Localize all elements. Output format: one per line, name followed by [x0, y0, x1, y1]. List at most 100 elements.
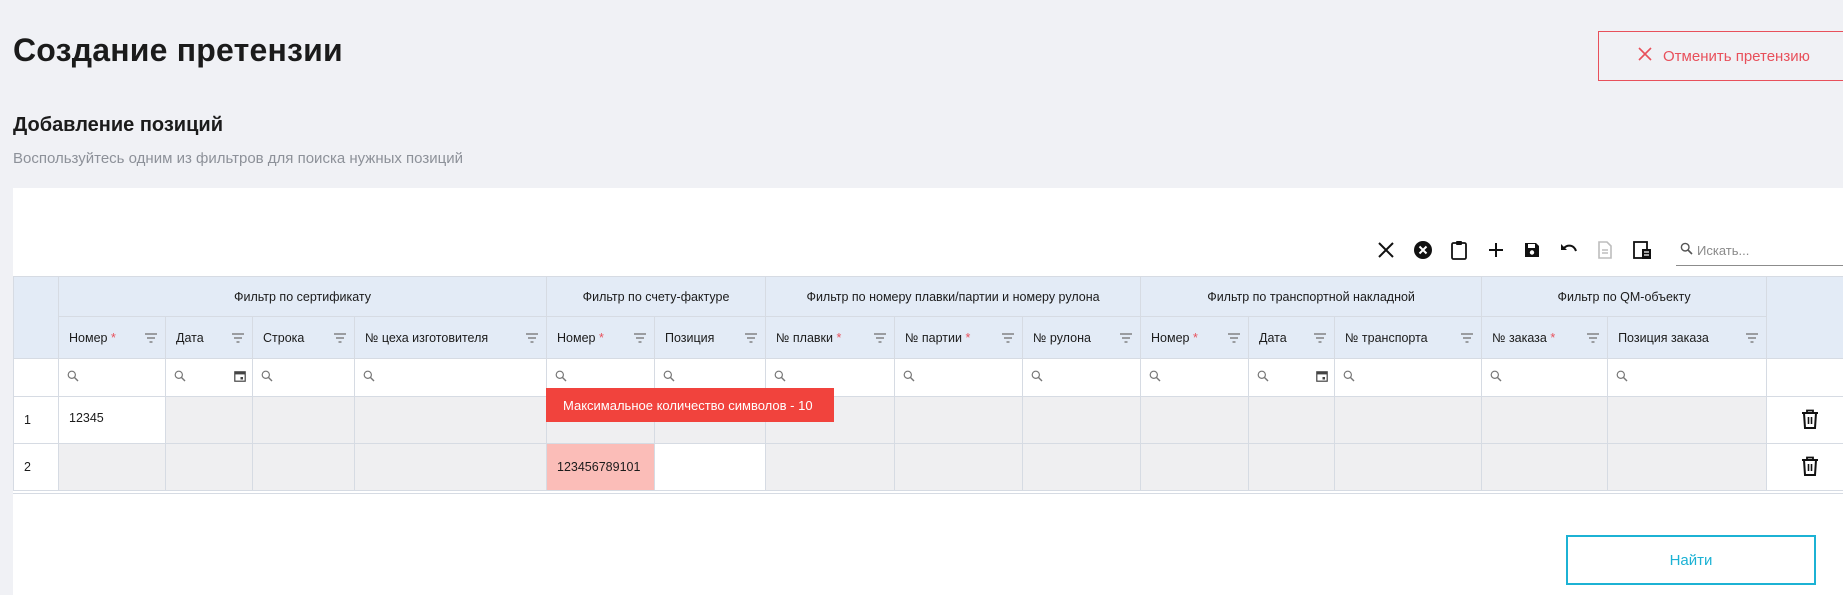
column-header[interactable]: Номер *: [546, 316, 655, 359]
column-header[interactable]: № партии *: [894, 316, 1024, 359]
search-icon: [261, 370, 273, 385]
filter-icon[interactable]: [874, 332, 887, 343]
table-search-input[interactable]: [1697, 243, 1843, 258]
required-mark: *: [965, 330, 971, 345]
table-cell[interactable]: [894, 443, 1024, 491]
table-cell[interactable]: [1607, 443, 1768, 491]
table-cell[interactable]: [165, 396, 253, 444]
table-cell[interactable]: [354, 443, 547, 491]
undo-icon[interactable]: [1551, 235, 1588, 265]
required-mark: *: [1550, 330, 1556, 345]
table-cell[interactable]: [1481, 396, 1609, 444]
column-header[interactable]: Номер *: [1140, 316, 1250, 359]
positions-table: Фильтр по сертификату Фильтр по счету-фа…: [13, 276, 1843, 491]
trash-icon[interactable]: [1800, 456, 1820, 480]
table-cell[interactable]: [765, 443, 896, 491]
table-cell[interactable]: [1248, 396, 1336, 444]
column-filter-input[interactable]: [1607, 358, 1768, 397]
page-title: Создание претензии: [13, 32, 343, 68]
filter-icon[interactable]: [334, 332, 346, 343]
column-filter-input[interactable]: [1140, 358, 1250, 397]
table-cell[interactable]: [894, 396, 1024, 444]
table-cell[interactable]: [1140, 396, 1250, 444]
column-header[interactable]: Дата: [1248, 316, 1336, 359]
filter-icon[interactable]: [745, 332, 758, 343]
filter-icon[interactable]: [1002, 332, 1015, 343]
column-header[interactable]: № заказа *: [1481, 316, 1609, 359]
table-cell[interactable]: [252, 396, 355, 444]
table-cell[interactable]: [354, 396, 547, 444]
cert-number-cell[interactable]: [58, 443, 166, 491]
filter-icon[interactable]: [1587, 332, 1600, 343]
column-filter-input[interactable]: [58, 358, 166, 397]
clipboard-icon[interactable]: [1441, 235, 1478, 265]
column-filter-input[interactable]: [1022, 358, 1142, 397]
calendar-icon[interactable]: [234, 370, 246, 385]
table-cell[interactable]: [1607, 396, 1768, 444]
required-mark: *: [836, 330, 842, 345]
filter-icon[interactable]: [1120, 332, 1133, 343]
table-cell[interactable]: [1022, 443, 1142, 491]
column-header[interactable]: № цеха изготовителя: [354, 316, 547, 359]
table-row[interactable]: 2 123456789101: [13, 443, 1843, 491]
column-label: № рулона: [1033, 330, 1091, 345]
table-cell[interactable]: [1334, 443, 1483, 491]
table-row[interactable]: 1 12345: [13, 396, 1843, 444]
column-filter-input[interactable]: [165, 358, 253, 397]
close-icon: [1637, 46, 1653, 66]
filter-icon[interactable]: [1461, 332, 1474, 343]
row-actions: [1766, 396, 1843, 444]
column-label: Дата: [1259, 330, 1287, 345]
column-header[interactable]: Номер *: [58, 316, 166, 359]
search-icon: [1343, 370, 1355, 385]
paste-table-icon[interactable]: [1624, 235, 1661, 265]
column-filter-input[interactable]: [252, 358, 355, 397]
column-header[interactable]: Строка: [252, 316, 355, 359]
column-header[interactable]: № транспорта: [1334, 316, 1483, 359]
table-cell[interactable]: [252, 443, 355, 491]
column-filter-input[interactable]: [1481, 358, 1609, 397]
table-cell[interactable]: [165, 443, 253, 491]
column-filter-input[interactable]: [894, 358, 1024, 397]
cancel-circle-icon[interactable]: [1405, 235, 1442, 265]
required-mark: *: [110, 330, 116, 345]
filter-icon[interactable]: [526, 332, 538, 343]
column-filter-input[interactable]: [1248, 358, 1336, 397]
table-cell[interactable]: [1140, 443, 1250, 491]
filter-icon[interactable]: [145, 332, 157, 343]
table-cell[interactable]: [653, 443, 767, 491]
search-icon: [903, 370, 915, 385]
add-icon[interactable]: [1478, 235, 1515, 265]
search-icon: [174, 370, 186, 385]
search-icon: [1490, 370, 1502, 385]
section-title: Добавление позиций: [13, 114, 223, 136]
column-header[interactable]: Дата: [165, 316, 253, 359]
filter-icon[interactable]: [1314, 332, 1327, 343]
column-header[interactable]: Позиция: [653, 316, 767, 359]
column-header[interactable]: Позиция заказа: [1607, 316, 1768, 359]
cancel-claim-label: Отменить претензию: [1663, 47, 1810, 65]
row-index-header: [13, 276, 59, 359]
filter-icon[interactable]: [1228, 332, 1241, 343]
cert-number-cell[interactable]: 12345: [58, 396, 166, 444]
table-cell[interactable]: [1481, 443, 1609, 491]
search-icon: [1031, 370, 1043, 385]
calendar-icon[interactable]: [1316, 370, 1328, 385]
save-icon[interactable]: [1514, 235, 1551, 265]
close-icon[interactable]: [1368, 235, 1405, 265]
invoice-number-cell-error[interactable]: 123456789101: [546, 443, 655, 491]
table-cell[interactable]: [1022, 396, 1142, 444]
filter-icon[interactable]: [232, 332, 244, 343]
filter-icon[interactable]: [1746, 332, 1759, 343]
actions-header: [1766, 276, 1843, 359]
trash-icon[interactable]: [1800, 409, 1820, 433]
find-button[interactable]: Найти: [1566, 535, 1816, 585]
column-header[interactable]: № рулона: [1022, 316, 1142, 359]
column-header[interactable]: № плавки *: [765, 316, 896, 359]
filter-icon[interactable]: [634, 332, 646, 343]
table-cell[interactable]: [1334, 396, 1483, 444]
column-filter-input[interactable]: [1334, 358, 1483, 397]
table-cell[interactable]: [1248, 443, 1336, 491]
column-filter-input[interactable]: [354, 358, 547, 397]
cancel-claim-button[interactable]: Отменить претензию: [1598, 31, 1843, 81]
